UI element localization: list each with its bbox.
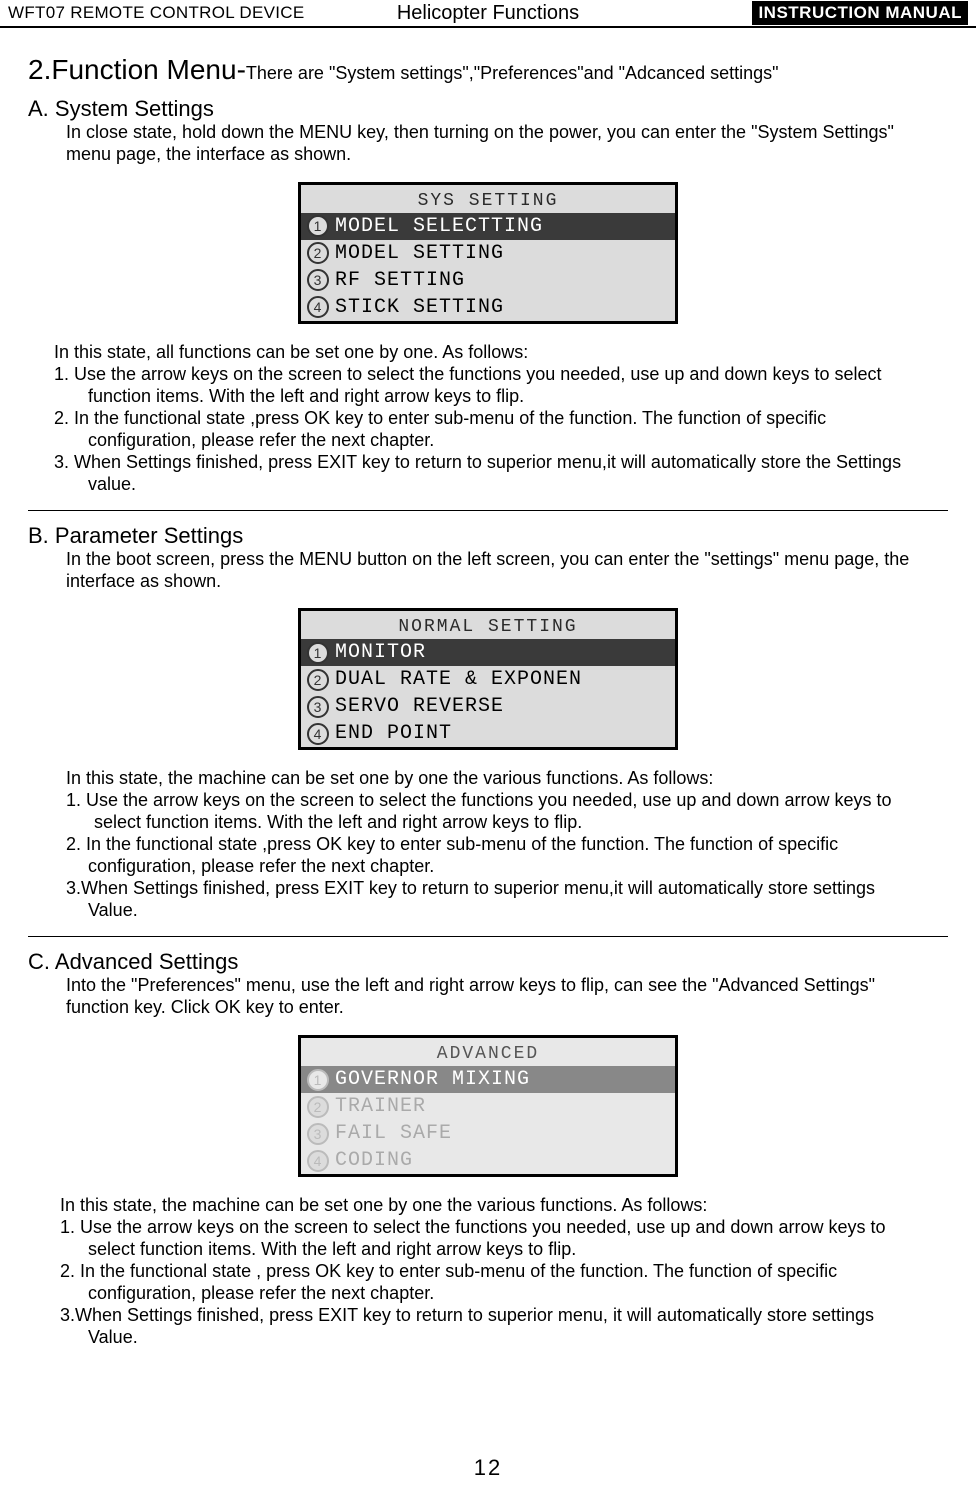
section-c-follow-2b: configuration, please refer the next cha… [88,1283,942,1305]
section-c-follow-3a: 3.When Settings finished, press EXIT key… [60,1305,942,1327]
menu-item-stick-setting[interactable]: 4 STICK SETTING [301,294,675,321]
menu-number-icon: 2 [307,669,329,691]
section-a-follow-0: In this state, all functions can be set … [54,342,942,364]
section-c-follow-1b: select function items. With the left and… [88,1239,942,1261]
header-manual-label: INSTRUCTION MANUAL [752,1,968,25]
section-b-follow-3b: Value. [88,900,942,922]
section-a-intro-1: In close state, hold down the MENU key, … [66,122,942,144]
title-number: 2. [28,54,51,85]
menu-item-fail-safe[interactable]: 3 FAIL SAFE [301,1120,675,1147]
section-c-follow-0: In this state, the machine can be set on… [60,1195,942,1217]
header-device-name: WFT07 REMOTE CONTROL DEVICE [8,3,305,23]
sys-setting-screenshot: SYS SETTING 1 MODEL SELECTTING 2 MODEL S… [298,182,678,324]
menu-item-monitor[interactable]: 1 MONITOR [301,639,675,666]
menu-item-label: END POINT [335,722,452,745]
divider [28,510,948,511]
menu-item-model-selecting[interactable]: 1 MODEL SELECTTING [301,213,675,240]
section-a-follow-1a: 1. Use the arrow keys on the screen to s… [54,364,942,386]
menu-item-coding[interactable]: 4 CODING [301,1147,675,1174]
menu-item-label: FAIL SAFE [335,1122,452,1145]
main-title: 2.Function Menu-There are "System settin… [28,54,948,86]
menu-item-label: STICK SETTING [335,296,504,319]
menu-number-icon: 4 [307,1150,329,1172]
menu-item-model-setting[interactable]: 2 MODEL SETTING [301,240,675,267]
section-c-follow-3b: Value. [88,1327,942,1349]
section-b-intro-1: In the boot screen, press the MENU butto… [66,549,942,571]
menu-item-label: TRAINER [335,1095,426,1118]
menu-item-label: RF SETTING [335,269,465,292]
menu-item-dual-rate[interactable]: 2 DUAL RATE & EXPONEN [301,666,675,693]
header-underline [0,26,976,28]
menu-number-icon: 3 [307,269,329,291]
section-a-follow-1b: function items. With the left and right … [88,386,942,408]
section-a-intro-2: menu page, the interface as shown. [66,144,942,166]
section-a-follow-3a: 3. When Settings finished, press EXIT ke… [54,452,942,474]
menu-number-icon: 1 [307,1069,329,1091]
menu-number-icon: 4 [307,723,329,745]
menu-item-servo-reverse[interactable]: 3 SERVO REVERSE [301,693,675,720]
normal-setting-title: NORMAL SETTING [301,611,675,639]
page-content: 2.Function Menu-There are "System settin… [0,26,976,1349]
section-a-follow-2a: 2. In the functional state ,press OK key… [54,408,942,430]
menu-item-governor-mixing[interactable]: 1 GOVERNOR MIXING [301,1066,675,1093]
menu-item-trainer[interactable]: 2 TRAINER [301,1093,675,1120]
section-b-follow-2a: 2. In the functional state ,press OK key… [66,834,942,856]
normal-setting-screenshot: NORMAL SETTING 1 MONITOR 2 DUAL RATE & E… [298,608,678,750]
section-b-follow-0: In this state, the machine can be set on… [66,768,942,790]
section-b-intro-2: interface as shown. [66,571,942,593]
menu-number-icon: 3 [307,1123,329,1145]
section-a-title: A. System Settings [28,96,948,122]
advanced-screenshot: ADVANCED 1 GOVERNOR MIXING 2 TRAINER 3 F… [298,1035,678,1177]
section-a-follow-3b: value. [88,474,942,496]
section-c-intro-1: Into the "Preferences" menu, use the lef… [66,975,942,997]
section-a-follow-2b: configuration, please refer the next cha… [88,430,942,452]
section-b-follow-1a: 1. Use the arrow keys on the screen to s… [66,790,942,812]
menu-item-end-point[interactable]: 4 END POINT [301,720,675,747]
menu-item-label: MODEL SELECTTING [335,215,543,238]
menu-number-icon: 3 [307,696,329,718]
section-c-follow-1a: 1. Use the arrow keys on the screen to s… [60,1217,942,1239]
menu-number-icon: 2 [307,1096,329,1118]
section-c-follow-2a: 2. In the functional state , press OK ke… [60,1261,942,1283]
menu-item-label: MONITOR [335,641,426,664]
menu-number-icon: 4 [307,296,329,318]
title-subtitle: There are "System settings","Preferences… [246,63,779,83]
section-b-follow-1b: select function items. With the left and… [94,812,942,834]
sys-setting-title: SYS SETTING [301,185,675,213]
menu-number-icon: 1 [307,215,329,237]
menu-item-label: GOVERNOR MIXING [335,1068,530,1091]
section-b-follow-3a: 3.When Settings finished, press EXIT key… [66,878,942,900]
menu-item-label: DUAL RATE & EXPONEN [335,668,582,691]
menu-number-icon: 1 [307,642,329,664]
section-b-follow-2b: configuration, please refer the next cha… [88,856,942,878]
section-b-title: B. Parameter Settings [28,523,948,549]
advanced-title: ADVANCED [301,1038,675,1066]
menu-number-icon: 2 [307,242,329,264]
section-c-title: C. Advanced Settings [28,949,948,975]
menu-item-label: CODING [335,1149,413,1172]
menu-item-label: SERVO REVERSE [335,695,504,718]
title-text: Function Menu- [51,54,246,85]
header-section-title: Helicopter Functions [397,2,579,25]
divider [28,936,948,937]
section-c-intro-2: function key. Click OK key to enter. [66,997,942,1019]
menu-item-label: MODEL SETTING [335,242,504,265]
page-header: WFT07 REMOTE CONTROL DEVICE Helicopter F… [0,0,976,26]
page-number: 12 [474,1455,502,1481]
menu-item-rf-setting[interactable]: 3 RF SETTING [301,267,675,294]
